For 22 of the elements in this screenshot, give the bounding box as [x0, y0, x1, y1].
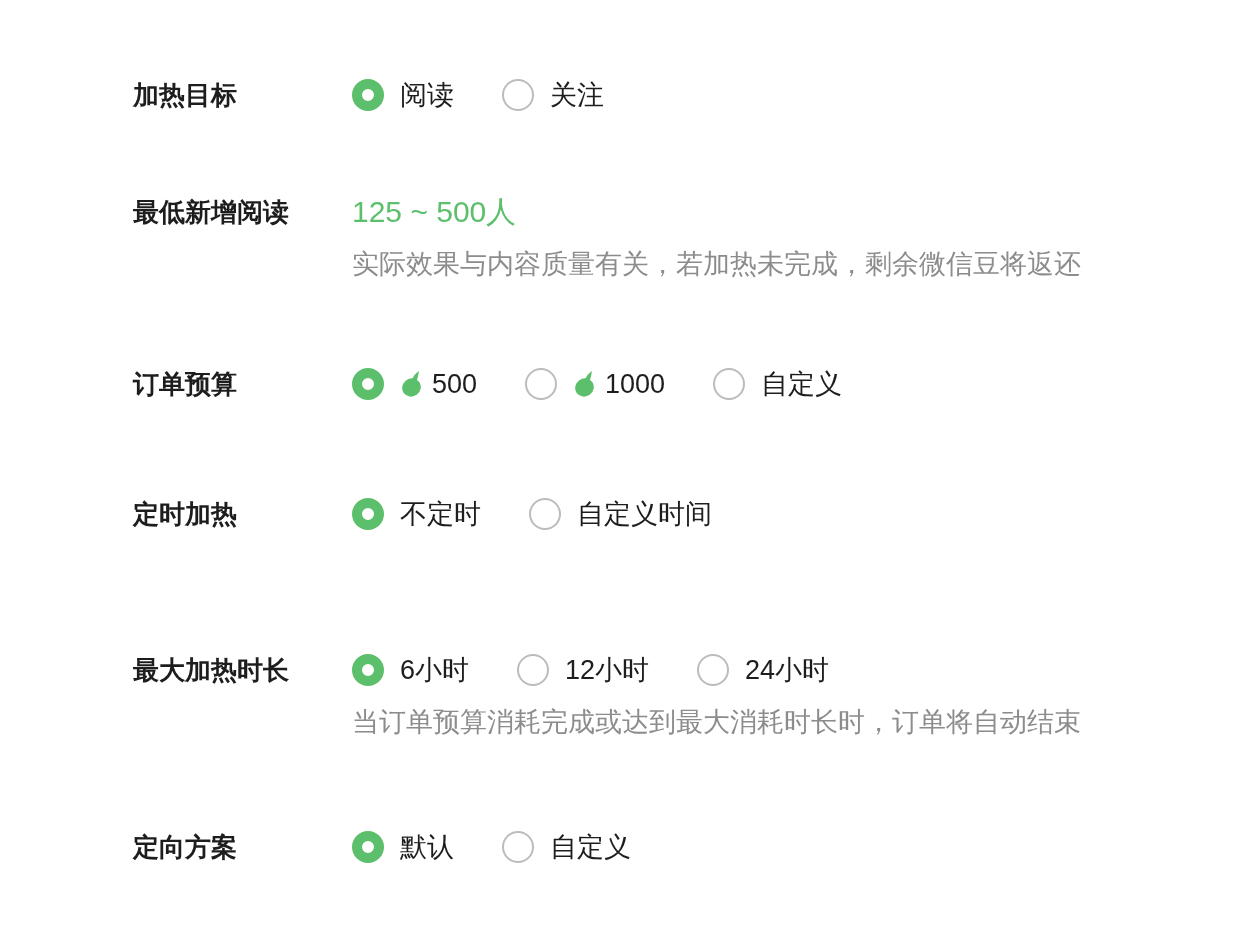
- field-label: 定向方案: [133, 831, 238, 864]
- radio-option[interactable]: 500: [352, 366, 478, 402]
- estimate-value: 125 ~ 500人: [352, 194, 517, 230]
- field-label: 加热目标: [133, 79, 238, 112]
- radio-option[interactable]: 1000: [525, 366, 666, 402]
- field-label: 定时加热: [133, 498, 238, 531]
- radio-option[interactable]: 24小时: [697, 652, 830, 688]
- field-label: 最低新增阅读: [133, 196, 290, 229]
- field-label: 最大加热时长: [133, 654, 290, 687]
- radio-option[interactable]: 自定义: [713, 366, 843, 402]
- radio-option[interactable]: 6小时: [352, 652, 470, 688]
- radio-option[interactable]: 不定时: [352, 496, 481, 532]
- radio-option[interactable]: 默认: [352, 829, 454, 865]
- field-label: 订单预算: [133, 368, 238, 401]
- radio-option[interactable]: 关注: [502, 77, 604, 113]
- radio-option[interactable]: 自定义时间: [529, 496, 712, 532]
- radio-option[interactable]: 自定义: [502, 829, 631, 865]
- radio-option[interactable]: 12小时: [517, 652, 650, 688]
- hint-text: 当订单预算消耗完成或达到最大消耗时长时，订单将自动结束: [352, 706, 1081, 739]
- bean-icon: [400, 371, 424, 397]
- radio-option[interactable]: 阅读: [352, 77, 454, 113]
- hint-text: 实际效果与内容质量有关，若加热未完成，剩余微信豆将返还: [352, 248, 1081, 281]
